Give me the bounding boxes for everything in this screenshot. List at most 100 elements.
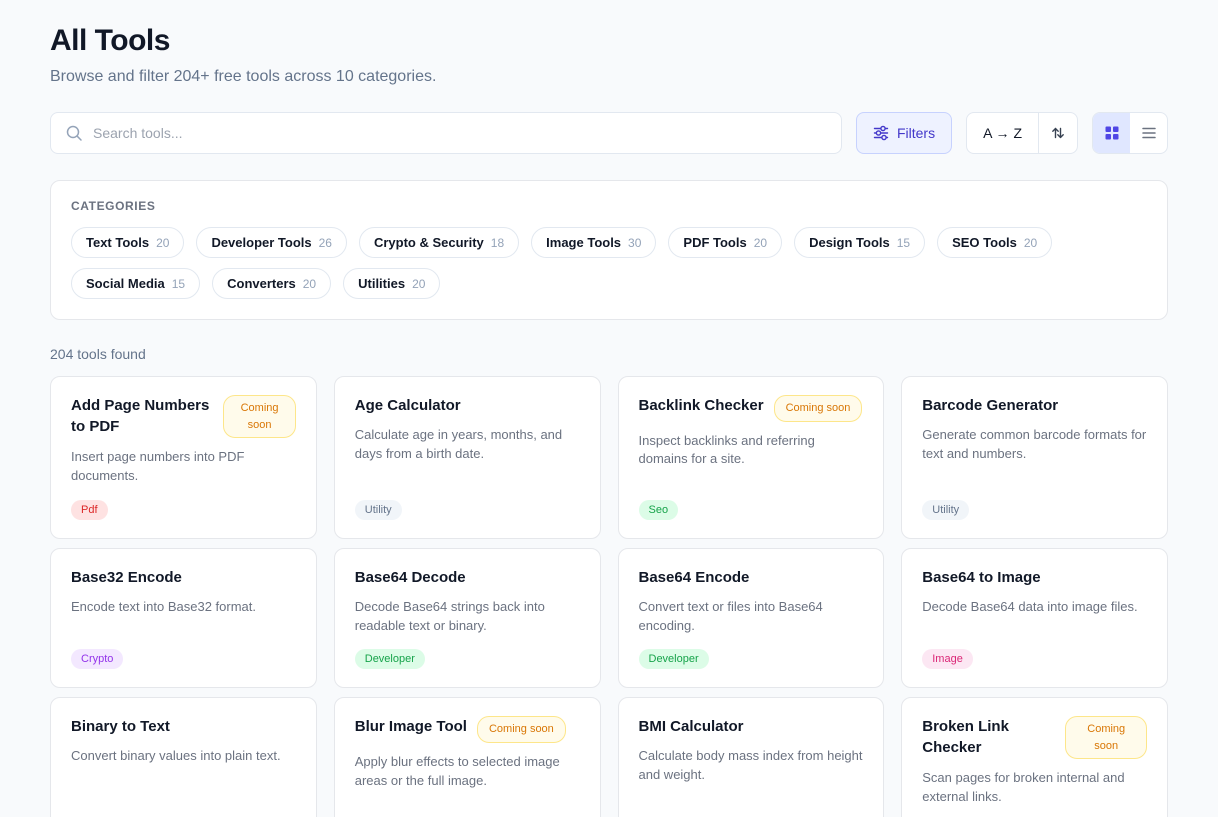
page-subtitle: Browse and filter 204+ free tools across… [50,68,437,85]
category-label: Crypto & Security [373,235,484,250]
tool-description: Convert binary values into plain text. [71,748,281,764]
search-input[interactable] [93,125,827,141]
tool-description: Encode text into Base32 format. [71,598,256,614]
list-view-button[interactable] [1130,113,1167,153]
tool-title: Base32 Encode [71,568,182,586]
tool-card-header: Base32 Encode [71,567,296,588]
tool-card-header: Binary to Text [71,716,296,737]
tool-title: Base64 Encode [638,568,750,586]
category-count: 26 [318,235,332,250]
category-pill[interactable]: Design Tools 15 [794,227,926,258]
category-pill[interactable]: Image Tools 30 [531,227,657,258]
category-count: 20 [1023,235,1038,250]
categories-panel: CATEGORIES Text Tools 20 Developer Tools… [50,180,1168,320]
page: All Tools Browse and filter 204+ free to… [0,0,1218,817]
tool-card-header: Base64 Encode [639,567,864,588]
coming-soon-badge: Coming soon [223,395,296,438]
tool-description: Generate common barcode formats for text… [922,427,1147,461]
tool-tag: Utility [354,499,402,520]
tools-grid: Add Page Numbers to PDF Coming soon Inse… [50,376,1168,817]
category-label: Image Tools [546,235,622,250]
category-pill[interactable]: PDF Tools 20 [668,227,783,258]
category-count: 20 [753,235,768,250]
category-pill[interactable]: Developer Tools 26 [196,227,347,258]
grid-icon [1105,126,1118,140]
tool-card-header: BMI Calculator [639,716,864,737]
tool-title: Base64 to Image [922,568,1041,586]
category-label: SEO Tools [952,235,1017,250]
tool-card[interactable]: Backlink Checker Coming soon Inspect bac… [617,376,885,539]
category-count: 15 [896,235,911,250]
tool-tag: Utility [922,499,970,520]
category-count: 15 [171,276,186,291]
coming-soon-badge: Coming soon [1065,716,1147,760]
category-pill[interactable]: Crypto & Security 18 [358,227,520,258]
tool-card-header: Base64 to Image [922,567,1147,588]
tool-title: Binary to Text [71,718,170,736]
category-label: Converters [227,276,296,291]
category-pill[interactable]: Converters 20 [212,268,332,299]
tool-tag: Developer [354,649,425,670]
results-count: 204 tools found [50,346,146,362]
tool-card[interactable]: Blur Image Tool Coming soon Apply blur e… [333,697,601,817]
tool-card[interactable]: Base32 Encode Encode text into Base32 fo… [50,547,317,689]
tool-card[interactable]: BMI Calculator Calculate body mass index… [617,697,885,817]
category-label: Developer Tools [211,235,312,250]
tool-title: Backlink Checker [638,397,764,414]
tool-description: Apply blur effects to selected image are… [354,753,560,788]
category-pill[interactable]: Utilities 20 [343,268,441,299]
category-pill[interactable]: Social Media 15 [71,268,201,299]
tool-title: Barcode Generator [922,397,1059,414]
tool-description: Scan pages for broken internal and exter… [922,770,1125,805]
grid-view-button[interactable] [1093,113,1130,153]
view-toggle [1092,112,1168,154]
sort-order-label: A → Z [983,125,1022,141]
tool-card-header: Backlink Checker Coming soon [639,395,864,422]
tool-description: Calculate age in years, months, and days… [354,427,563,461]
categories-list: Text Tools 20 Developer Tools 26 Crypto … [71,227,1147,299]
tool-description: Decode Base64 strings back into readable… [354,598,545,633]
tool-card[interactable]: Age Calculator Calculate age in years, m… [333,376,601,539]
tool-tag: Pdf [71,499,108,520]
tool-card-header: Barcode Generator [922,395,1147,416]
tool-card[interactable]: Base64 Decode Decode Base64 strings back… [333,547,601,689]
tool-card-header: Add Page Numbers to PDF Coming soon [71,395,296,438]
category-pill[interactable]: SEO Tools 20 [937,227,1053,258]
tool-tag: Crypto [71,649,124,670]
category-pill[interactable]: Text Tools 20 [71,227,185,258]
tool-tag: Seo [638,499,679,520]
category-label: Utilities [358,276,406,291]
tool-description: Convert text or files into Base64 encodi… [638,598,823,633]
sort-direction-button[interactable] [1038,113,1077,153]
tool-card[interactable]: Base64 Encode Convert text or files into… [617,547,885,689]
tool-description: Decode Base64 data into image files. [922,598,1138,614]
list-icon [1141,127,1156,139]
tool-card-header: Age Calculator [355,395,580,416]
sort-arrows-icon [1052,127,1064,139]
tool-title: Blur Image Tool [354,718,467,736]
category-label: PDF Tools [683,235,747,250]
category-label: Design Tools [809,235,890,250]
sort-order-button[interactable]: A → Z [967,113,1038,153]
coming-soon-badge: Coming soon [476,716,566,743]
search-icon [66,125,82,141]
tool-card[interactable]: Base64 to Image Decode Base64 data into … [901,547,1168,689]
sort-control: A → Z [966,112,1078,154]
tool-title: BMI Calculator [638,718,744,736]
tool-card[interactable]: Binary to Text Convert binary values int… [50,697,317,817]
tool-title: Add Page Numbers to PDF [71,397,210,435]
search-box[interactable] [50,112,842,154]
tool-card[interactable]: Add Page Numbers to PDF Coming soon Inse… [50,376,317,539]
tool-title: Broken Link Checker [922,718,1009,757]
category-count: 30 [628,235,642,250]
sliders-icon [873,125,889,141]
tool-title: Age Calculator [354,397,461,414]
filters-label: Filters [896,125,936,141]
tool-title: Base64 Decode [354,568,466,586]
category-count: 18 [490,235,505,250]
filters-button[interactable]: Filters [855,112,953,154]
page-title: All Tools [50,24,170,57]
category-label: Social Media [86,276,165,291]
tool-card[interactable]: Broken Link Checker Coming soon Scan pag… [901,697,1168,817]
tool-card[interactable]: Barcode Generator Generate common barcod… [901,376,1168,539]
